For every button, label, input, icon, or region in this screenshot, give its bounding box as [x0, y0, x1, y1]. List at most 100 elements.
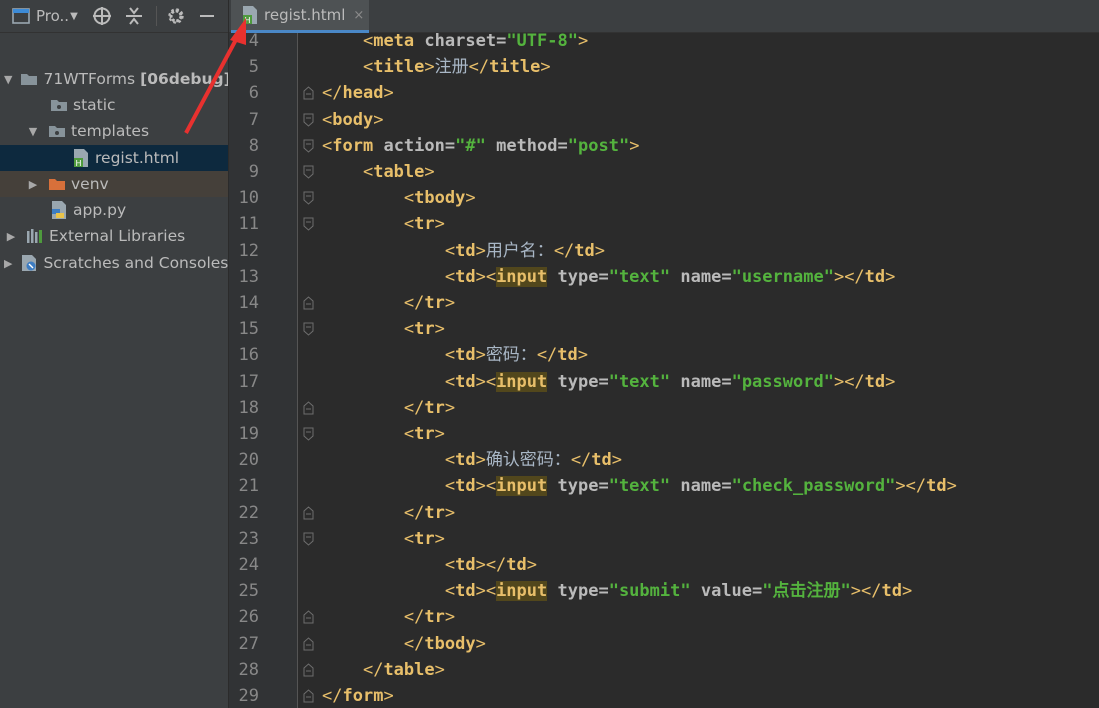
folder-icon: [50, 98, 68, 112]
fold-marker-icon[interactable]: [303, 165, 314, 179]
tree-item-branch: [06debug]: [140, 70, 228, 88]
line-number: 15: [238, 319, 259, 340]
code-line[interactable]: 24 <td></td>: [229, 552, 1099, 578]
dropdown-icon: ▼: [70, 10, 78, 22]
fold-marker-icon[interactable]: [303, 636, 314, 651]
code-line[interactable]: 7 <body>: [229, 107, 1099, 133]
fold-marker-icon[interactable]: [303, 217, 314, 232]
expand-arrow-icon[interactable]: ▶: [4, 257, 12, 270]
fold-marker-icon[interactable]: [303, 139, 314, 153]
line-number: 4: [248, 33, 259, 51]
tree-item-venv[interactable]: ▶ venv: [0, 171, 228, 197]
code-line[interactable]: 4 <meta charset="UTF-8">: [229, 33, 1099, 54]
code-line[interactable]: 15 <tr>: [229, 316, 1099, 342]
expand-arrow-icon[interactable]: ▼: [4, 73, 12, 86]
code-text: </form>: [322, 686, 394, 706]
code-line[interactable]: 11 <tr>: [229, 211, 1099, 237]
code-text: <td>用户名：</td>: [444, 240, 606, 261]
code-text: <td><input type="submit" value="点击注册"></…: [444, 581, 913, 602]
line-number: 5: [248, 57, 259, 78]
tree-item-label: templates: [71, 122, 150, 140]
line-number: 26: [238, 607, 259, 628]
gear-icon[interactable]: [167, 0, 185, 33]
code-line[interactable]: 18 </tr>: [229, 395, 1099, 421]
tree-item-regist-html[interactable]: H regist.html: [0, 145, 228, 171]
line-number: 14: [238, 293, 259, 313]
fold-marker-icon[interactable]: [303, 610, 314, 624]
tab-regist-html[interactable]: H regist.html ×: [231, 0, 369, 33]
line-number: 21: [238, 476, 259, 497]
fold-marker-icon[interactable]: [303, 401, 314, 415]
line-number: 10: [238, 188, 259, 209]
fold-marker-icon[interactable]: [303, 663, 314, 677]
code-line[interactable]: 27 </tbody>: [229, 631, 1099, 657]
code-line[interactable]: 17 <td><input type="text" name="password…: [229, 369, 1099, 395]
fold-marker-icon[interactable]: [303, 322, 314, 336]
code-line[interactable]: 22 </tr>: [229, 500, 1099, 526]
expand-arrow-icon[interactable]: ▶: [4, 230, 18, 243]
line-number: 17: [238, 371, 259, 392]
line-number: 12: [238, 240, 259, 261]
code-text: <tbody>: [403, 188, 476, 209]
tab-label: regist.html: [264, 6, 346, 24]
code-line[interactable]: 21 <td><input type="text" name="check_pa…: [229, 473, 1099, 499]
fold-marker-icon[interactable]: [303, 427, 314, 441]
code-line[interactable]: 9 <table>: [229, 159, 1099, 185]
fold-marker-icon[interactable]: [303, 191, 314, 205]
line-number: 20: [238, 450, 259, 471]
code-text: <td></td>: [444, 555, 538, 575]
folder-icon: [48, 177, 66, 191]
tree-item-app-py[interactable]: app.py: [0, 197, 228, 223]
tree-item-label: 71WTForms: [43, 70, 136, 88]
code-line[interactable]: 8 <form action="#" method="post">: [229, 133, 1099, 159]
line-number: 18: [238, 397, 259, 418]
code-line[interactable]: 29 </form>: [229, 683, 1099, 708]
fold-marker-icon[interactable]: [303, 113, 314, 127]
fold-marker-icon[interactable]: [303, 296, 314, 310]
code-line[interactable]: 19 <tr>: [229, 421, 1099, 447]
minimize-icon[interactable]: [199, 0, 215, 33]
code-line[interactable]: 10 <tbody>: [229, 185, 1099, 211]
code-line[interactable]: 13 <td><input type="text" name="username…: [229, 264, 1099, 290]
expand-arrow-icon[interactable]: ▼: [26, 125, 40, 138]
project-view-label: Pro..: [36, 7, 70, 25]
code-line[interactable]: 6 </head>: [229, 80, 1099, 106]
code-line[interactable]: 14 </tr>: [229, 290, 1099, 316]
tree-item-project-root[interactable]: ▼ 71WTForms [06debug]: [0, 66, 228, 92]
code-line[interactable]: 23 <tr>: [229, 526, 1099, 552]
code-line[interactable]: 20 <td>确认密码：</td>: [229, 447, 1099, 473]
fold-marker-icon[interactable]: [303, 86, 314, 100]
code-line[interactable]: 25 <td><input type="submit" value="点击注册"…: [229, 578, 1099, 604]
fold-marker-icon[interactable]: [303, 532, 314, 546]
expand-arrow-icon[interactable]: ▶: [26, 178, 40, 191]
code-area[interactable]: 4 <meta charset="UTF-8"> 5 <title>注册</tit…: [229, 33, 1099, 708]
code-line[interactable]: 16 <td>密码：</td>: [229, 342, 1099, 368]
project-view-icon[interactable]: [12, 0, 30, 33]
tree-item-external-libraries[interactable]: ▶ External Libraries: [0, 223, 228, 249]
tree-item-static[interactable]: static: [0, 92, 228, 118]
project-view-selector[interactable]: Pro.. ▼: [36, 0, 78, 33]
close-icon[interactable]: ×: [353, 8, 364, 23]
code-line[interactable]: 26 </tr>: [229, 604, 1099, 630]
code-line[interactable]: 5 <title>注册</title>: [229, 54, 1099, 80]
code-text: <table>: [362, 162, 435, 182]
line-number: 27: [238, 633, 259, 654]
tree-item-label: regist.html: [95, 149, 180, 167]
fold-marker-icon[interactable]: [303, 689, 314, 703]
code-text: </head>: [322, 83, 394, 104]
fold-marker-icon[interactable]: [303, 505, 314, 520]
line-number: 16: [238, 345, 259, 366]
code-line[interactable]: 12 <td>用户名：</td>: [229, 238, 1099, 264]
line-number: 6: [248, 83, 259, 104]
line-number: 28: [238, 659, 259, 680]
project-toolbar: Pro.. ▼: [0, 0, 228, 33]
python-file-icon: [50, 200, 68, 220]
toolbar-separator: [155, 6, 157, 26]
tree-item-templates[interactable]: ▼ templates: [0, 118, 228, 144]
code-text: </tr>: [403, 502, 456, 523]
collapse-icon[interactable]: [125, 0, 143, 33]
locate-icon[interactable]: [92, 0, 112, 33]
tree-item-scratches[interactable]: ▶ Scratches and Consoles: [0, 250, 228, 276]
code-text: <tr>: [403, 214, 445, 235]
code-line[interactable]: 28 </table>: [229, 657, 1099, 683]
